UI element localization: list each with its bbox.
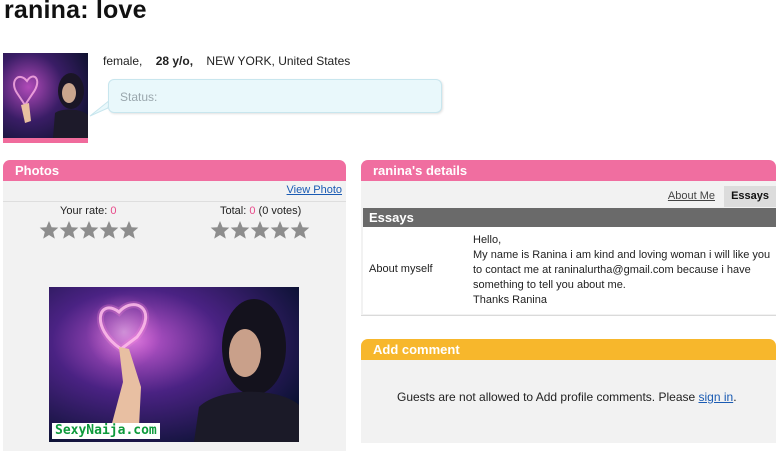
status-label: Status: <box>120 90 158 104</box>
star-icon[interactable] <box>99 220 119 240</box>
page-title: ranina: love <box>4 0 147 24</box>
tab-essays[interactable]: Essays <box>724 186 776 207</box>
star-icon <box>230 221 250 239</box>
age-text: 28 y/o, <box>155 54 194 68</box>
details-header: ranina's details <box>361 160 776 181</box>
essays-section-title: Essays <box>363 208 776 227</box>
star-icon[interactable] <box>79 220 99 240</box>
total-label: Total: <box>220 205 247 217</box>
sign-in-link[interactable]: sign in <box>699 390 734 404</box>
profile-meta: female, 28 y/o, NEW YORK, United States <box>103 54 360 68</box>
avatar[interactable] <box>3 53 88 143</box>
divider <box>3 201 346 202</box>
your-rate-label: Your rate: <box>60 205 108 217</box>
details-panel: About Me Essays Essays About myself Hell… <box>361 181 776 316</box>
avatar-bar <box>3 138 88 143</box>
star-icon <box>250 221 270 239</box>
star-icon <box>210 221 230 239</box>
watermark: SexyNaija.com <box>52 423 160 439</box>
star-icon[interactable] <box>39 220 59 240</box>
view-photo-link[interactable]: View Photo <box>287 184 342 196</box>
location-text: NEW YORK, United States <box>206 54 351 68</box>
star-icon[interactable] <box>119 220 139 240</box>
your-rate: Your rate: 0 <box>60 205 116 217</box>
star-icon <box>290 221 310 239</box>
main-photo[interactable]: SexyNaija.com <box>49 287 299 442</box>
status-bubble[interactable]: Status: <box>108 79 442 113</box>
comment-period: . <box>733 390 737 404</box>
photos-header: Photos <box>3 160 346 181</box>
comment-message: Guests are not allowed to Add profile co… <box>397 390 737 404</box>
your-rate-stars[interactable] <box>39 220 139 242</box>
essay-text: Hello, My name is Ranina i am kind and l… <box>473 233 773 308</box>
essay-line: Hello, <box>473 234 502 246</box>
add-comment-panel: Guests are not allowed to Add profile co… <box>361 360 776 443</box>
photos-panel: View Photo Your rate: 0 Total: 0 (0 vote… <box>3 181 346 451</box>
tab-about-me[interactable]: About Me <box>661 186 722 207</box>
your-rate-value: 0 <box>110 205 117 217</box>
add-comment-header: Add comment <box>361 339 776 360</box>
main-photo-image <box>49 287 299 442</box>
essay-line: Thanks Ranina <box>473 294 547 306</box>
total-rate-stars <box>210 220 310 242</box>
essay-line: My name is Ranina i am kind and loving w… <box>473 249 771 261</box>
star-icon <box>270 221 290 239</box>
votes-count: (0 votes) <box>258 205 302 217</box>
gender-text: female, <box>103 54 143 68</box>
comment-message-text: Guests are not allowed to Add profile co… <box>397 390 696 404</box>
essay-label: About myself <box>369 263 433 275</box>
total-value: 0 <box>249 205 256 217</box>
avatar-image <box>3 53 88 138</box>
essay-row: About myself Hello, My name is Ranina i … <box>363 227 776 314</box>
total-rate: Total: 0 (0 votes) <box>220 205 301 217</box>
essay-line: something to tell you about me. <box>473 279 626 291</box>
star-icon[interactable] <box>59 220 79 240</box>
essay-line: to contact me at raninalurtha@gmail.com … <box>473 264 751 276</box>
